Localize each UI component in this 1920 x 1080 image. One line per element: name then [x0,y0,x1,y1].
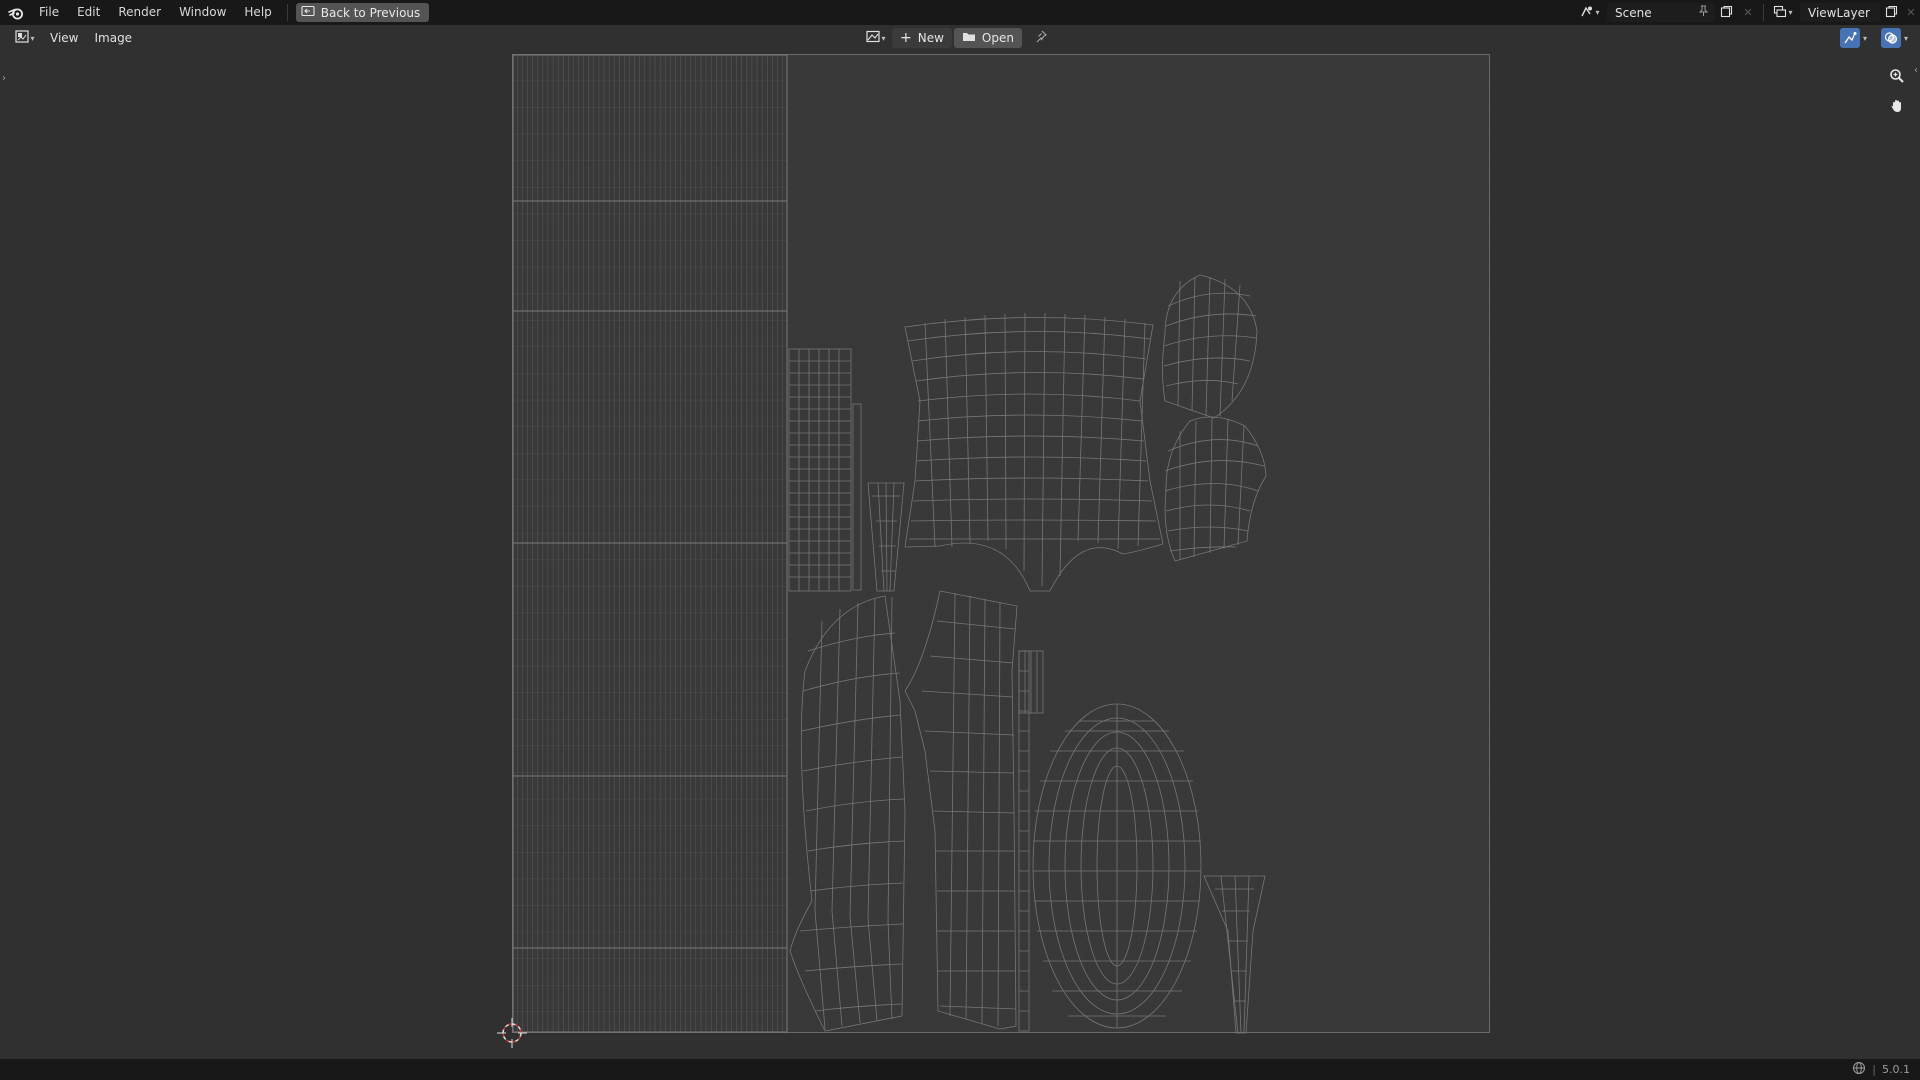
top-bar: File Edit Render Window Help Back to Pre… [0,0,1920,25]
new-scene-button[interactable] [1715,3,1737,22]
menu-view[interactable]: View [42,25,86,51]
status-bar: | 5.0.1 [0,1059,1920,1080]
new-view-layer-button[interactable] [1880,3,1902,22]
menu-edit[interactable]: Edit [68,0,109,25]
new-image-label: New [917,31,944,45]
menu-file[interactable]: File [30,0,68,25]
zoom-icon[interactable] [1884,63,1910,89]
image-editor-header: ▾ View Image ▾ + New Open ▾ ▾ [0,25,1920,51]
menu-image[interactable]: Image [86,25,140,51]
duplicate-icon [1720,5,1733,21]
blender-logo-icon[interactable] [2,0,30,25]
chevron-down-icon: ▾ [881,33,886,43]
top-right-controls: ▾ Scene ✕ ▾ ViewLayer ✕ [1575,0,1920,25]
image-datablock-controls: ▾ + New Open [862,28,1052,48]
blender-version: 5.0.1 [1882,1063,1910,1076]
back-to-previous-icon [301,5,315,20]
uv-canvas[interactable] [0,51,1920,1059]
scene-name-field[interactable]: Scene [1607,3,1715,22]
header-right-tools: ▾ ▾ [1839,28,1908,48]
scene-name: Scene [1615,5,1652,20]
chevron-down-icon: ▾ [1862,33,1867,43]
image-browse-button[interactable]: ▾ [862,29,890,48]
view-layer-name: ViewLayer [1808,5,1870,20]
close-icon: ✕ [1906,6,1916,19]
image-browse-icon [866,30,881,46]
pin-icon[interactable] [1698,5,1709,20]
header-separator [1763,4,1764,21]
menu-help[interactable]: Help [235,0,280,25]
close-icon: ✕ [1743,6,1753,19]
image-editor-icon [15,30,30,46]
chevron-down-icon: ▾ [1788,8,1793,17]
open-image-label: Open [981,31,1014,45]
pin-image-button[interactable] [1030,29,1052,48]
chevron-down-icon: ▾ [30,33,35,43]
uv-island-strip [512,54,788,1033]
uv-sync-icon [1839,28,1860,48]
menu-window[interactable]: Window [170,0,235,25]
back-to-previous-button[interactable]: Back to Previous [295,3,430,22]
overlay-selector[interactable]: ▾ [1880,28,1908,48]
delete-view-layer-button[interactable]: ✕ [1902,3,1920,22]
uv-viewport[interactable]: › ‹ [0,51,1920,1059]
back-to-previous-label: Back to Previous [320,5,421,20]
view-layer-name-field[interactable]: ViewLayer [1800,3,1880,22]
view-layer-selector-button[interactable]: ▾ [1768,3,1798,22]
hand-pan-icon[interactable] [1884,93,1910,119]
menu-render[interactable]: Render [109,0,170,25]
scene-selector-button[interactable]: ▾ [1575,3,1605,22]
sidebar-toggle-chevron-icon[interactable]: ‹ [1914,65,1918,76]
duplicate-icon [1885,5,1898,21]
folder-icon [962,31,976,45]
delete-scene-button[interactable]: ✕ [1737,3,1759,22]
network-icon [1852,1061,1866,1078]
chevron-down-icon: ▾ [1903,33,1908,43]
menu-separator [286,4,288,21]
status-separator: | [1872,1063,1876,1076]
open-image-button[interactable]: Open [953,28,1022,48]
view-layer-icon [1773,5,1787,21]
toolbar-toggle-chevron-icon[interactable]: › [2,73,6,84]
scene-icon [1580,5,1594,21]
editor-type-button[interactable]: ▾ [8,29,42,48]
new-image-button[interactable]: + New [892,28,952,48]
overlay-icon [1880,28,1901,48]
plus-icon: + [900,30,912,46]
uv-sync-selector[interactable]: ▾ [1839,28,1867,48]
pin-icon [1035,30,1047,46]
chevron-down-icon: ▾ [1595,8,1600,17]
